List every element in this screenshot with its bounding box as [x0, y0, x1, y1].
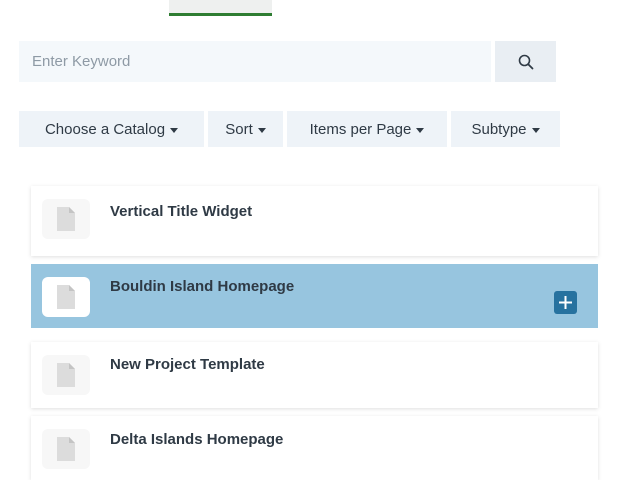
- caret-down-icon: [170, 127, 179, 133]
- search-button[interactable]: [495, 41, 556, 82]
- item-thumbnail: [42, 277, 90, 317]
- list-item[interactable]: New Project Template: [31, 342, 598, 408]
- document-icon: [57, 437, 75, 461]
- sort-dropdown[interactable]: Sort: [208, 111, 283, 147]
- active-tab-indicator[interactable]: [169, 0, 272, 16]
- sort-dropdown-label: Sort: [225, 120, 253, 138]
- caret-down-icon: [257, 127, 266, 133]
- list-item[interactable]: Delta Islands Homepage: [31, 416, 598, 480]
- document-icon: [57, 363, 75, 387]
- subtype-dropdown-label: Subtype: [471, 120, 527, 138]
- search-input[interactable]: [19, 41, 491, 82]
- subtype-dropdown[interactable]: Subtype: [451, 111, 560, 147]
- catalog-dropdown-label: Choose a Catalog: [44, 120, 166, 138]
- item-title: New Project Template: [110, 356, 265, 373]
- document-icon: [57, 285, 75, 309]
- plus-icon: [559, 296, 572, 309]
- item-title: Vertical Title Widget: [110, 203, 253, 220]
- item-title: Bouldin Island Homepage: [110, 278, 295, 295]
- catalog-dropdown[interactable]: Choose a Catalog: [19, 111, 204, 147]
- list-item-selected[interactable]: Bouldin Island Homepage: [31, 264, 598, 328]
- search-icon: [518, 54, 533, 69]
- add-item-button[interactable]: [554, 291, 577, 314]
- list-item[interactable]: Vertical Title Widget: [31, 186, 598, 256]
- document-icon: [57, 207, 75, 231]
- caret-down-icon: [531, 127, 540, 133]
- item-thumbnail: [42, 355, 90, 395]
- items-per-page-dropdown[interactable]: Items per Page: [287, 111, 447, 147]
- item-thumbnail: [42, 429, 90, 469]
- item-thumbnail: [42, 199, 90, 239]
- caret-down-icon: [416, 127, 425, 133]
- item-title: Delta Islands Homepage: [110, 431, 284, 448]
- items-per-page-dropdown-label: Items per Page: [309, 120, 412, 138]
